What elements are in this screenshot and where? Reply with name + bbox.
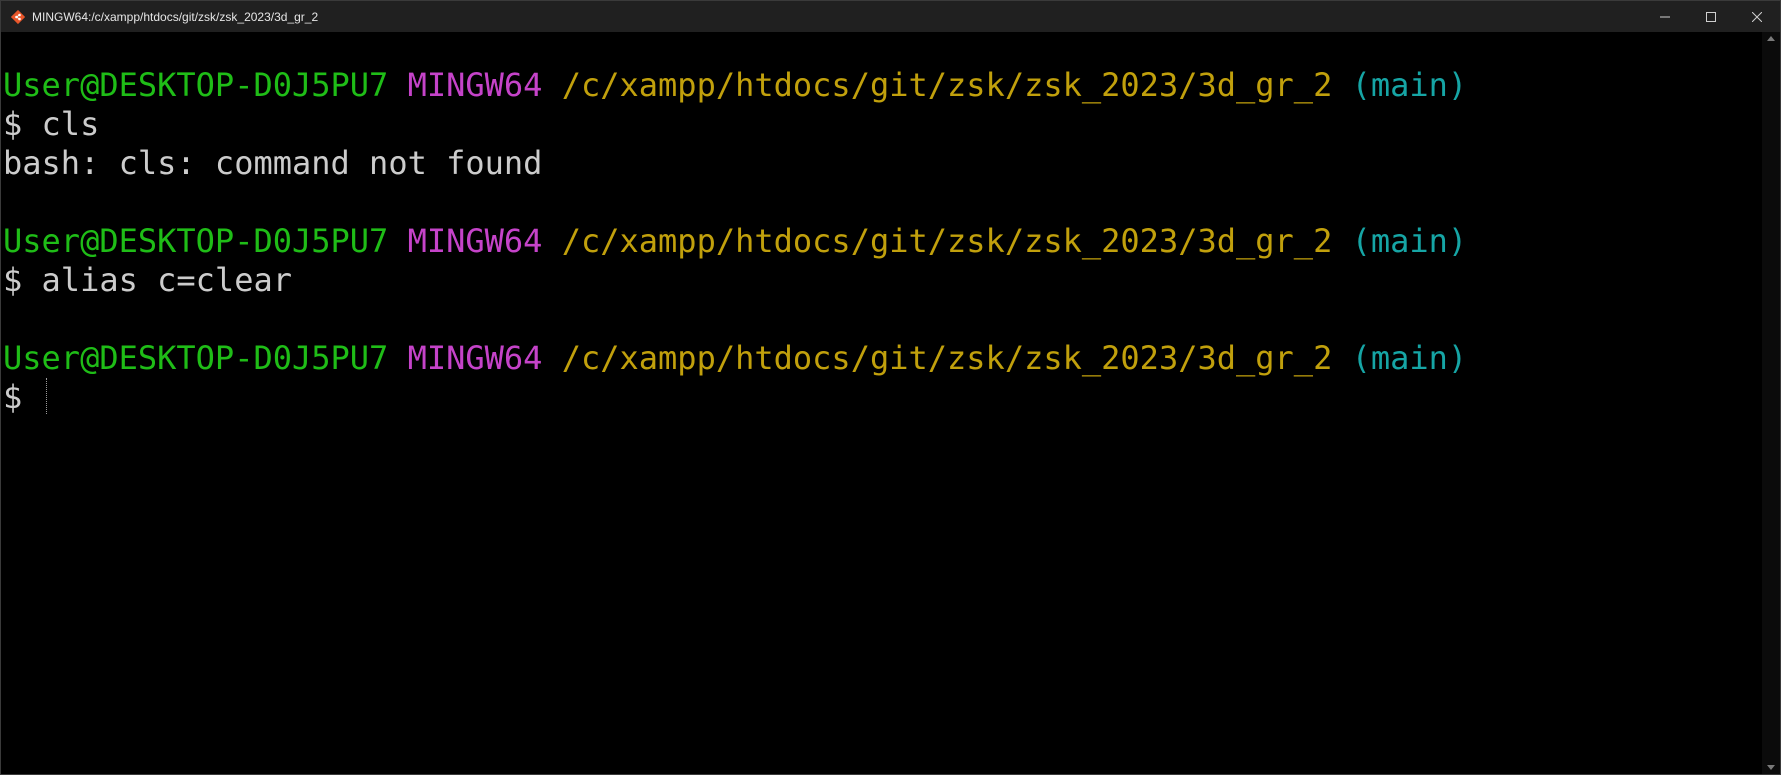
prompt-path: /c/xampp/htdocs/git/zsk/zsk_2023/3d_gr_2 bbox=[561, 66, 1333, 104]
prompt-path: /c/xampp/htdocs/git/zsk/zsk_2023/3d_gr_2 bbox=[561, 339, 1333, 377]
scroll-down-icon[interactable] bbox=[1767, 765, 1775, 770]
prompt-branch: (main) bbox=[1351, 339, 1468, 377]
prompt-system: MINGW64 bbox=[407, 66, 543, 104]
maximize-button[interactable] bbox=[1688, 1, 1734, 32]
close-icon bbox=[1751, 7, 1763, 26]
prompt-branch: (main) bbox=[1351, 66, 1468, 104]
command-line: $ alias c=clear bbox=[3, 261, 292, 299]
prompt-system: MINGW64 bbox=[407, 339, 543, 377]
command-output: bash: cls: command not found bbox=[3, 144, 543, 182]
terminal-output[interactable]: User@DESKTOP-D0J5PU7 MINGW64 /c/xampp/ht… bbox=[1, 32, 1762, 774]
prompt-line: User@DESKTOP-D0J5PU7 MINGW64 /c/xampp/ht… bbox=[3, 339, 1762, 378]
prompt-symbol: $ bbox=[3, 378, 42, 416]
prompt-branch: (main) bbox=[1351, 222, 1468, 260]
prompt-user: User@DESKTOP-D0J5PU7 bbox=[3, 222, 389, 260]
window-title: MINGW64:/c/xampp/htdocs/git/zsk/zsk_2023… bbox=[32, 9, 319, 24]
prompt-user: User@DESKTOP-D0J5PU7 bbox=[3, 339, 389, 377]
vertical-scrollbar[interactable] bbox=[1762, 32, 1780, 774]
prompt-system: MINGW64 bbox=[407, 222, 543, 260]
text-cursor bbox=[45, 378, 49, 414]
command-line: $ cls bbox=[3, 105, 100, 143]
prompt-path: /c/xampp/htdocs/git/zsk/zsk_2023/3d_gr_2 bbox=[561, 222, 1333, 260]
prompt-line: User@DESKTOP-D0J5PU7 MINGW64 /c/xampp/ht… bbox=[3, 66, 1762, 105]
maximize-icon bbox=[1706, 7, 1716, 26]
title-bar[interactable]: MINGW64:/c/xampp/htdocs/git/zsk/zsk_2023… bbox=[1, 1, 1780, 32]
prompt-line: User@DESKTOP-D0J5PU7 MINGW64 /c/xampp/ht… bbox=[3, 222, 1762, 261]
minimize-icon bbox=[1660, 7, 1670, 26]
scroll-up-icon[interactable] bbox=[1767, 36, 1775, 41]
minimize-button[interactable] bbox=[1642, 1, 1688, 32]
active-prompt-line[interactable]: $ bbox=[3, 378, 1762, 417]
git-bash-icon bbox=[10, 9, 26, 25]
close-button[interactable] bbox=[1734, 1, 1780, 32]
terminal-window: MINGW64:/c/xampp/htdocs/git/zsk/zsk_2023… bbox=[0, 0, 1781, 775]
prompt-user: User@DESKTOP-D0J5PU7 bbox=[3, 66, 389, 104]
